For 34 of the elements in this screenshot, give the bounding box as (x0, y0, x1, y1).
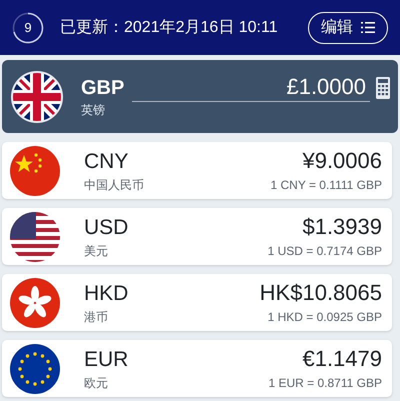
currency-code: CNY (84, 150, 130, 172)
exchange-rate: 1 USD = 0.7174 GBP (268, 245, 382, 257)
currency-name: 美元 (84, 244, 109, 256)
exchange-rate: 1 CNY = 0.1111 GBP (270, 179, 382, 191)
edit-button[interactable]: 编辑 (308, 12, 388, 44)
update-time: 已更新：2021年2月16日 10:11 (60, 18, 278, 38)
flag-icon (10, 344, 60, 394)
currency-card[interactable]: CNY 中国人民币 ¥9.0006 1 CNY = 0.1111 GBP (2, 142, 392, 199)
exchange-rate: 1 HKD = 0.0925 GBP (268, 311, 382, 323)
flag-icon (10, 212, 60, 262)
currency-name: 英镑 (81, 104, 106, 116)
currency-name: 中国人民币 (84, 178, 144, 190)
flag-icon (11, 70, 63, 122)
currency-name: 港币 (84, 310, 109, 322)
currency-card[interactable]: USD 美元 $1.3939 1 USD = 0.7174 GBP (2, 208, 392, 265)
currency-code: USD (84, 216, 128, 238)
converted-amount: $1.3939 (302, 216, 382, 238)
converted-amount: ¥9.0006 (302, 150, 382, 172)
exchange-rate: 1 EUR = 0.8711 GBP (268, 377, 382, 389)
currency-code: HKD (84, 282, 128, 304)
base-currency-card[interactable]: GBP 英镑 £1.0000 (2, 60, 398, 133)
flag-icon (10, 146, 60, 196)
countdown-timer: 9 (12, 12, 44, 44)
amount-field[interactable]: £1.0000 (132, 73, 370, 102)
currency-name: 欧元 (84, 376, 109, 388)
converted-amount: HK$10.8065 (260, 282, 382, 304)
calculator-icon[interactable] (376, 76, 390, 98)
list-icon (361, 22, 375, 33)
currency-code: EUR (84, 348, 128, 370)
currency-card[interactable]: EUR 欧元 €1.1479 1 EUR = 0.8711 GBP (2, 340, 392, 397)
flag-icon (10, 278, 60, 328)
currency-code: GBP (81, 78, 124, 98)
currency-card[interactable]: HKD 港币 HK$10.8065 1 HKD = 0.0925 GBP (2, 274, 392, 331)
converted-amount: €1.1479 (302, 348, 382, 370)
